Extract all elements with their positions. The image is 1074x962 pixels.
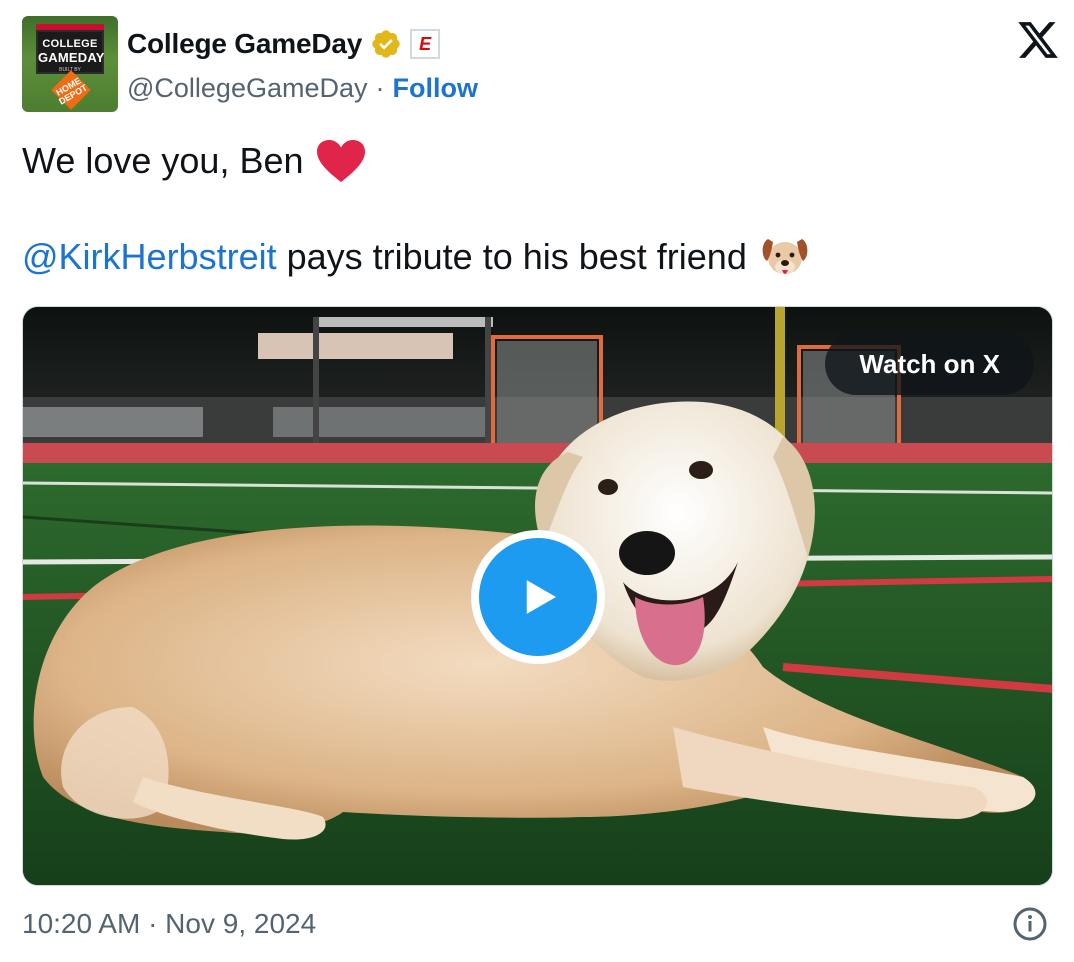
tweet-text-line1: We love you, Ben	[22, 138, 366, 184]
dog-face-emoji-icon	[762, 239, 808, 274]
tweet-header: COLLEGE GAMEDAY BUILT BY HOME DEPOT Coll…	[22, 16, 1062, 112]
timestamp[interactable]: 10:20 AM · Nov 9, 2024	[22, 908, 316, 940]
name-row: College GameDay E	[127, 24, 441, 64]
avatar-logo-line2: GAMEDAY	[38, 50, 105, 65]
tweet-text-rest: pays tribute to his best friend	[276, 236, 747, 277]
handle-row: @CollegeGameDay · Follow	[127, 68, 478, 108]
display-name[interactable]: College GameDay	[127, 28, 362, 60]
avatar[interactable]: COLLEGE GAMEDAY BUILT BY HOME DEPOT	[22, 16, 118, 112]
info-icon[interactable]	[1012, 906, 1048, 942]
avatar-logo-line1: COLLEGE	[42, 38, 98, 50]
tweet-footer: 10:20 AM · Nov 9, 2024	[22, 902, 1052, 946]
play-button[interactable]	[471, 530, 605, 664]
separator-dot: ·	[375, 72, 385, 103]
handle[interactable]: @CollegeGameDay	[127, 73, 368, 104]
watch-on-x-button[interactable]: Watch on X	[825, 333, 1034, 395]
mention-link[interactable]: @KirkHerbstreit	[22, 236, 277, 278]
affiliate-badge-letter: E	[419, 34, 432, 54]
play-icon	[526, 580, 556, 614]
heart-emoji-icon	[316, 140, 365, 182]
play-button-inner	[479, 538, 597, 656]
x-logo-icon[interactable]	[1016, 18, 1060, 62]
tweet-text: We love you, Ben	[22, 140, 304, 181]
verified-badge-icon	[372, 30, 400, 58]
follow-button[interactable]: Follow	[393, 73, 478, 104]
affiliate-badge-icon[interactable]: E	[410, 29, 441, 59]
tweet-text-line2: @KirkHerbstreit pays tribute to his best…	[22, 234, 811, 280]
video-player[interactable]: Watch on X	[22, 306, 1053, 886]
